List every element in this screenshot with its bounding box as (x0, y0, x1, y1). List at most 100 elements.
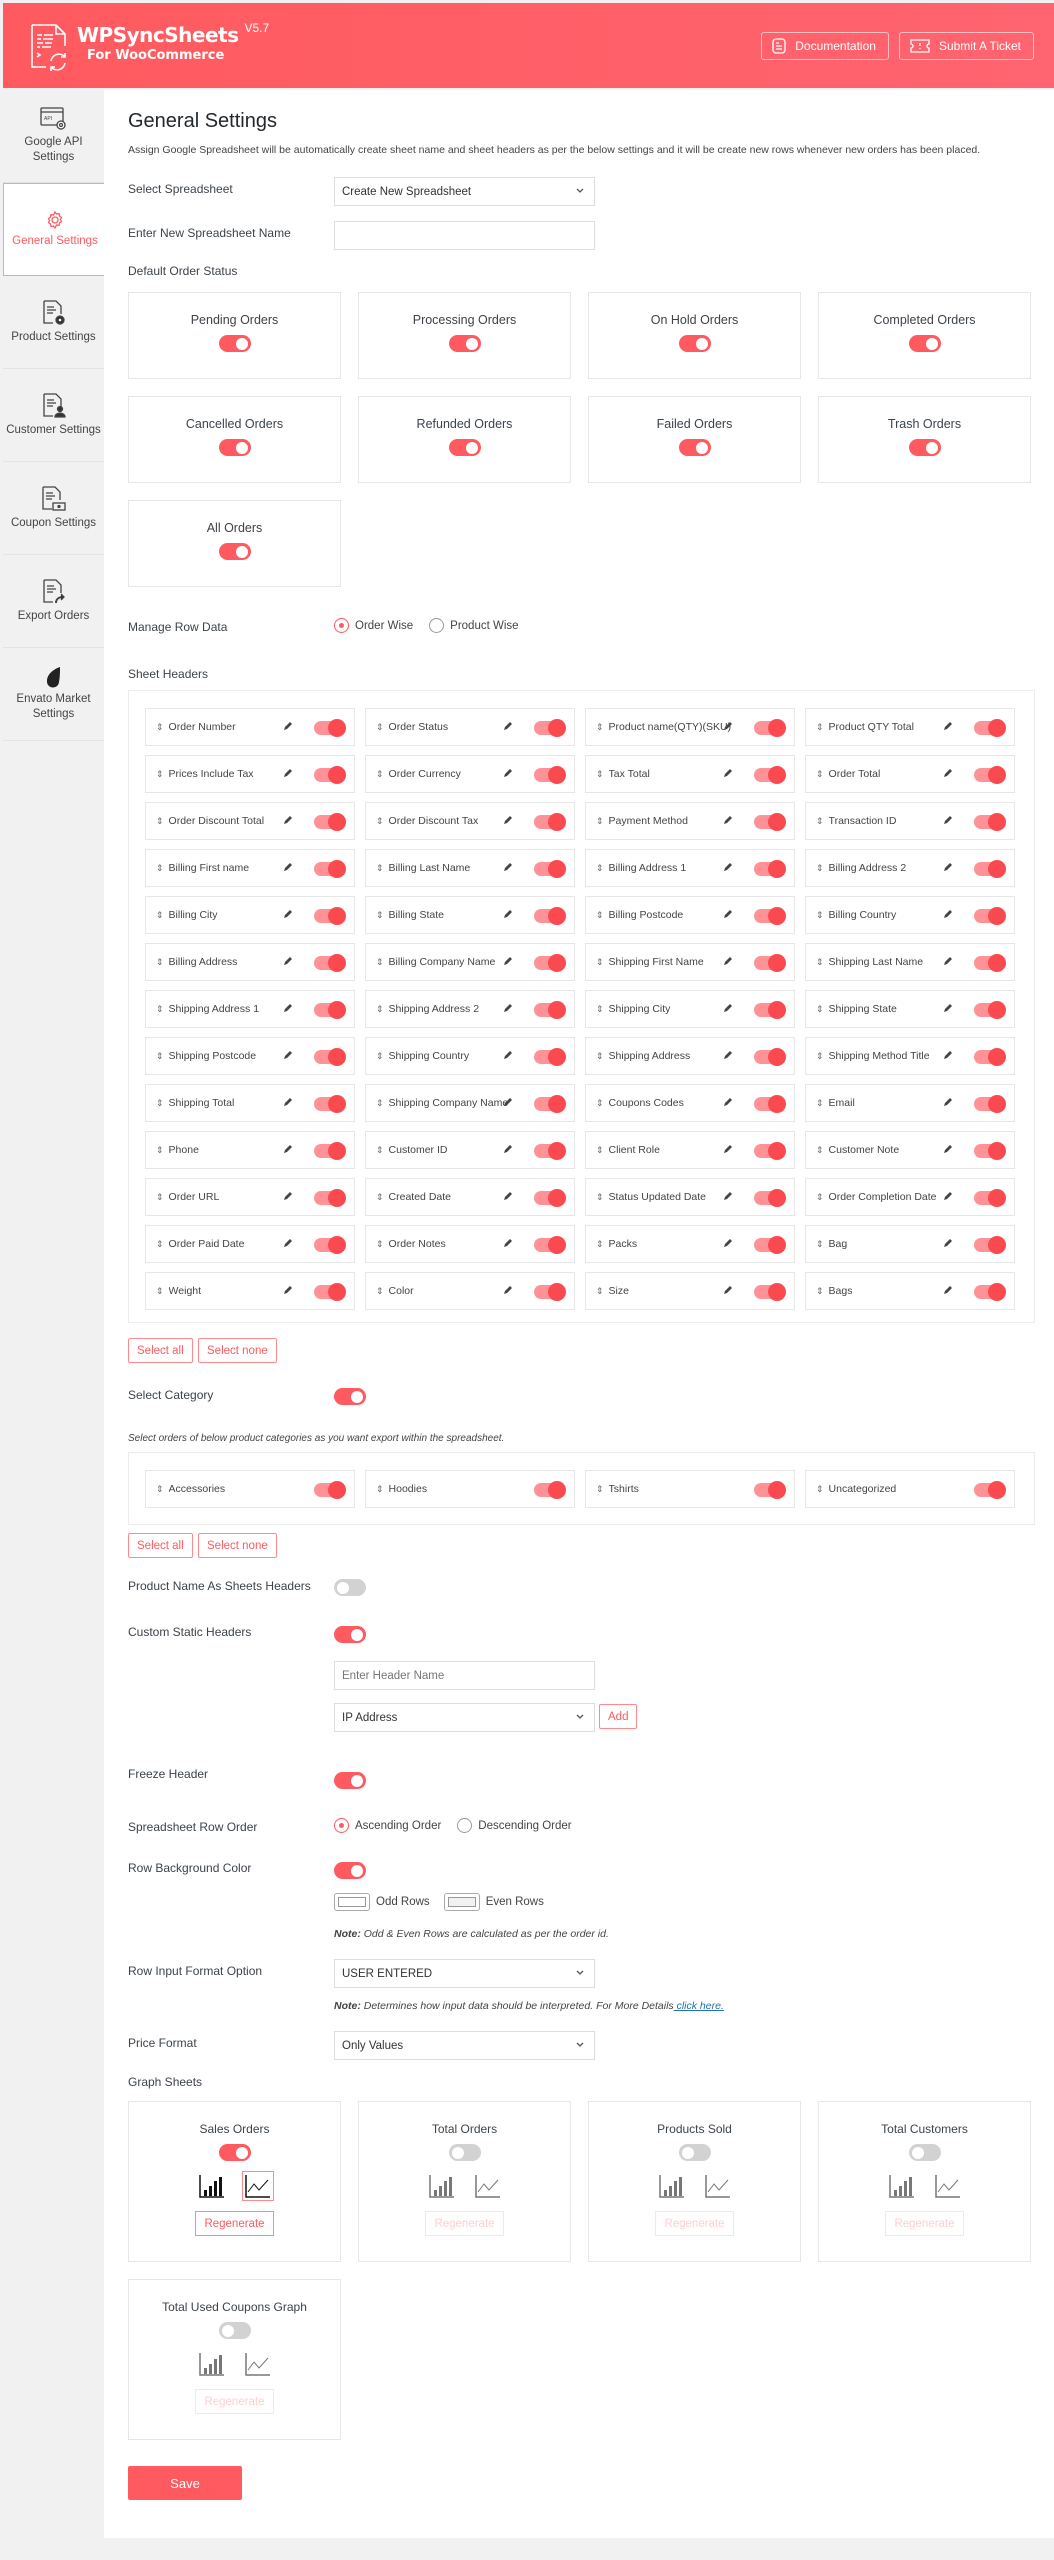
sheet-header-item[interactable]: ⇕ Coupons Codes (585, 1084, 795, 1122)
bar-chart-icon[interactable] (196, 2349, 228, 2379)
category-select-none-button[interactable]: Select none (198, 1533, 277, 1558)
pencil-edit-icon[interactable] (283, 1097, 293, 1107)
order-status-toggle[interactable] (448, 439, 481, 456)
sheet-header-item[interactable]: ⇕ Order Completion Date (805, 1178, 1015, 1216)
sheet-header-toggle[interactable] (534, 1283, 566, 1301)
line-chart-icon[interactable] (242, 2349, 274, 2379)
sheet-header-toggle[interactable] (974, 1142, 1006, 1160)
drag-sort-icon[interactable]: ⇕ (376, 769, 384, 780)
pencil-edit-icon[interactable] (943, 956, 953, 966)
sheet-header-item[interactable]: ⇕ Billing Postcode (585, 896, 795, 934)
pencil-edit-icon[interactable] (723, 956, 733, 966)
pencil-edit-icon[interactable] (283, 768, 293, 778)
category-select-all-button[interactable]: Select all (128, 1533, 193, 1558)
sheet-header-toggle[interactable] (754, 1236, 786, 1254)
drag-sort-icon[interactable]: ⇕ (156, 863, 164, 874)
sheet-header-item[interactable]: ⇕ Customer Note (805, 1131, 1015, 1169)
sheet-header-item[interactable]: ⇕ Transaction ID (805, 802, 1015, 840)
drag-sort-icon[interactable]: ⇕ (596, 1286, 604, 1297)
pencil-edit-icon[interactable] (943, 1285, 953, 1295)
static-header-type-dropdown[interactable]: IP Address (334, 1703, 595, 1732)
add-static-header-button[interactable]: Add (599, 1704, 638, 1729)
drag-sort-icon[interactable]: ⇕ (156, 1484, 164, 1495)
sheet-header-toggle[interactable] (534, 813, 566, 831)
sheet-header-item[interactable]: ⇕ Billing Country (805, 896, 1015, 934)
pencil-edit-icon[interactable] (283, 1144, 293, 1154)
custom-static-headers-toggle[interactable] (334, 1626, 366, 1643)
drag-sort-icon[interactable]: ⇕ (596, 1192, 604, 1203)
sheet-header-toggle[interactable] (754, 766, 786, 784)
pencil-edit-icon[interactable] (943, 1144, 953, 1154)
descending-order-option[interactable]: Descending Order (457, 1818, 572, 1833)
regenerate-button[interactable]: Regenerate (195, 2211, 274, 2236)
drag-sort-icon[interactable]: ⇕ (596, 957, 604, 968)
line-chart-icon[interactable] (702, 2171, 734, 2201)
sheet-header-item[interactable]: ⇕ Shipping Address 2 (365, 990, 575, 1028)
drag-sort-icon[interactable]: ⇕ (596, 1051, 604, 1062)
pencil-edit-icon[interactable] (283, 956, 293, 966)
product-wise-option[interactable]: Product Wise (429, 618, 519, 633)
sheet-header-item[interactable]: ⇕ Status Updated Date (585, 1178, 795, 1216)
sheet-header-toggle[interactable] (534, 1236, 566, 1254)
even-rows-swatch[interactable] (443, 1893, 480, 1911)
sheet-header-item[interactable]: ⇕ Phone (145, 1131, 355, 1169)
drag-sort-icon[interactable]: ⇕ (816, 722, 824, 733)
drag-sort-icon[interactable]: ⇕ (376, 1098, 384, 1109)
pencil-edit-icon[interactable] (723, 721, 733, 731)
drag-sort-icon[interactable]: ⇕ (156, 722, 164, 733)
pencil-edit-icon[interactable] (943, 1050, 953, 1060)
sidebar-item-product[interactable]: Product Settings (3, 276, 104, 369)
pencil-edit-icon[interactable] (943, 1238, 953, 1248)
category-toggle[interactable] (314, 1481, 346, 1499)
sheet-header-toggle[interactable] (314, 1048, 346, 1066)
drag-sort-icon[interactable]: ⇕ (596, 1484, 604, 1495)
drag-sort-icon[interactable]: ⇕ (376, 863, 384, 874)
graph-sheet-toggle[interactable] (218, 2322, 251, 2339)
pencil-edit-icon[interactable] (723, 1238, 733, 1248)
drag-sort-icon[interactable]: ⇕ (816, 816, 824, 827)
sheet-header-item[interactable]: ⇕ Shipping Last Name (805, 943, 1015, 981)
odd-rows-swatch[interactable] (334, 1893, 370, 1911)
sheet-header-toggle[interactable] (754, 1189, 786, 1207)
sheet-header-toggle[interactable] (974, 1095, 1006, 1113)
row-background-color-toggle[interactable] (334, 1862, 366, 1879)
drag-sort-icon[interactable]: ⇕ (596, 722, 604, 733)
submit-ticket-button[interactable]: Submit A Ticket (898, 32, 1034, 60)
sheet-header-item[interactable]: ⇕ Billing Last Name (365, 849, 575, 887)
pencil-edit-icon[interactable] (283, 1003, 293, 1013)
sheet-header-item[interactable]: ⇕ Billing Address (145, 943, 355, 981)
sheet-header-item[interactable]: ⇕ Shipping Address (585, 1037, 795, 1075)
headers-select-none-button[interactable]: Select none (198, 1338, 277, 1363)
drag-sort-icon[interactable]: ⇕ (376, 816, 384, 827)
product-wise-radio[interactable] (429, 618, 445, 633)
pencil-edit-icon[interactable] (723, 1191, 733, 1201)
freeze-header-toggle[interactable] (334, 1772, 366, 1789)
pencil-edit-icon[interactable] (723, 862, 733, 872)
category-toggle[interactable] (534, 1481, 566, 1499)
drag-sort-icon[interactable]: ⇕ (816, 1098, 824, 1109)
pencil-edit-icon[interactable] (723, 1285, 733, 1295)
pencil-edit-icon[interactable] (503, 862, 513, 872)
pencil-edit-icon[interactable] (283, 1285, 293, 1295)
sheet-header-toggle[interactable] (534, 907, 566, 925)
sheet-header-toggle[interactable] (534, 1001, 566, 1019)
category-item[interactable]: ⇕ Hoodies (365, 1470, 575, 1508)
order-status-toggle[interactable] (678, 335, 711, 352)
drag-sort-icon[interactable]: ⇕ (816, 1286, 824, 1297)
sheet-header-item[interactable]: ⇕ Weight (145, 1272, 355, 1310)
pencil-edit-icon[interactable] (503, 1285, 513, 1295)
bar-chart-icon[interactable] (426, 2171, 458, 2201)
drag-sort-icon[interactable]: ⇕ (156, 1239, 164, 1250)
pencil-edit-icon[interactable] (283, 862, 293, 872)
order-status-toggle[interactable] (218, 439, 251, 456)
pencil-edit-icon[interactable] (503, 956, 513, 966)
sidebar-item-envato[interactable]: Envato Market Settings (3, 648, 104, 741)
drag-sort-icon[interactable]: ⇕ (156, 1051, 164, 1062)
drag-sort-icon[interactable]: ⇕ (156, 1145, 164, 1156)
sheet-header-toggle[interactable] (314, 1236, 346, 1254)
ascending-order-radio[interactable] (334, 1818, 349, 1833)
sheet-header-item[interactable]: ⇕ Shipping Company Name (365, 1084, 575, 1122)
pencil-edit-icon[interactable] (723, 909, 733, 919)
order-wise-radio[interactable] (334, 618, 349, 633)
drag-sort-icon[interactable]: ⇕ (376, 1484, 384, 1495)
